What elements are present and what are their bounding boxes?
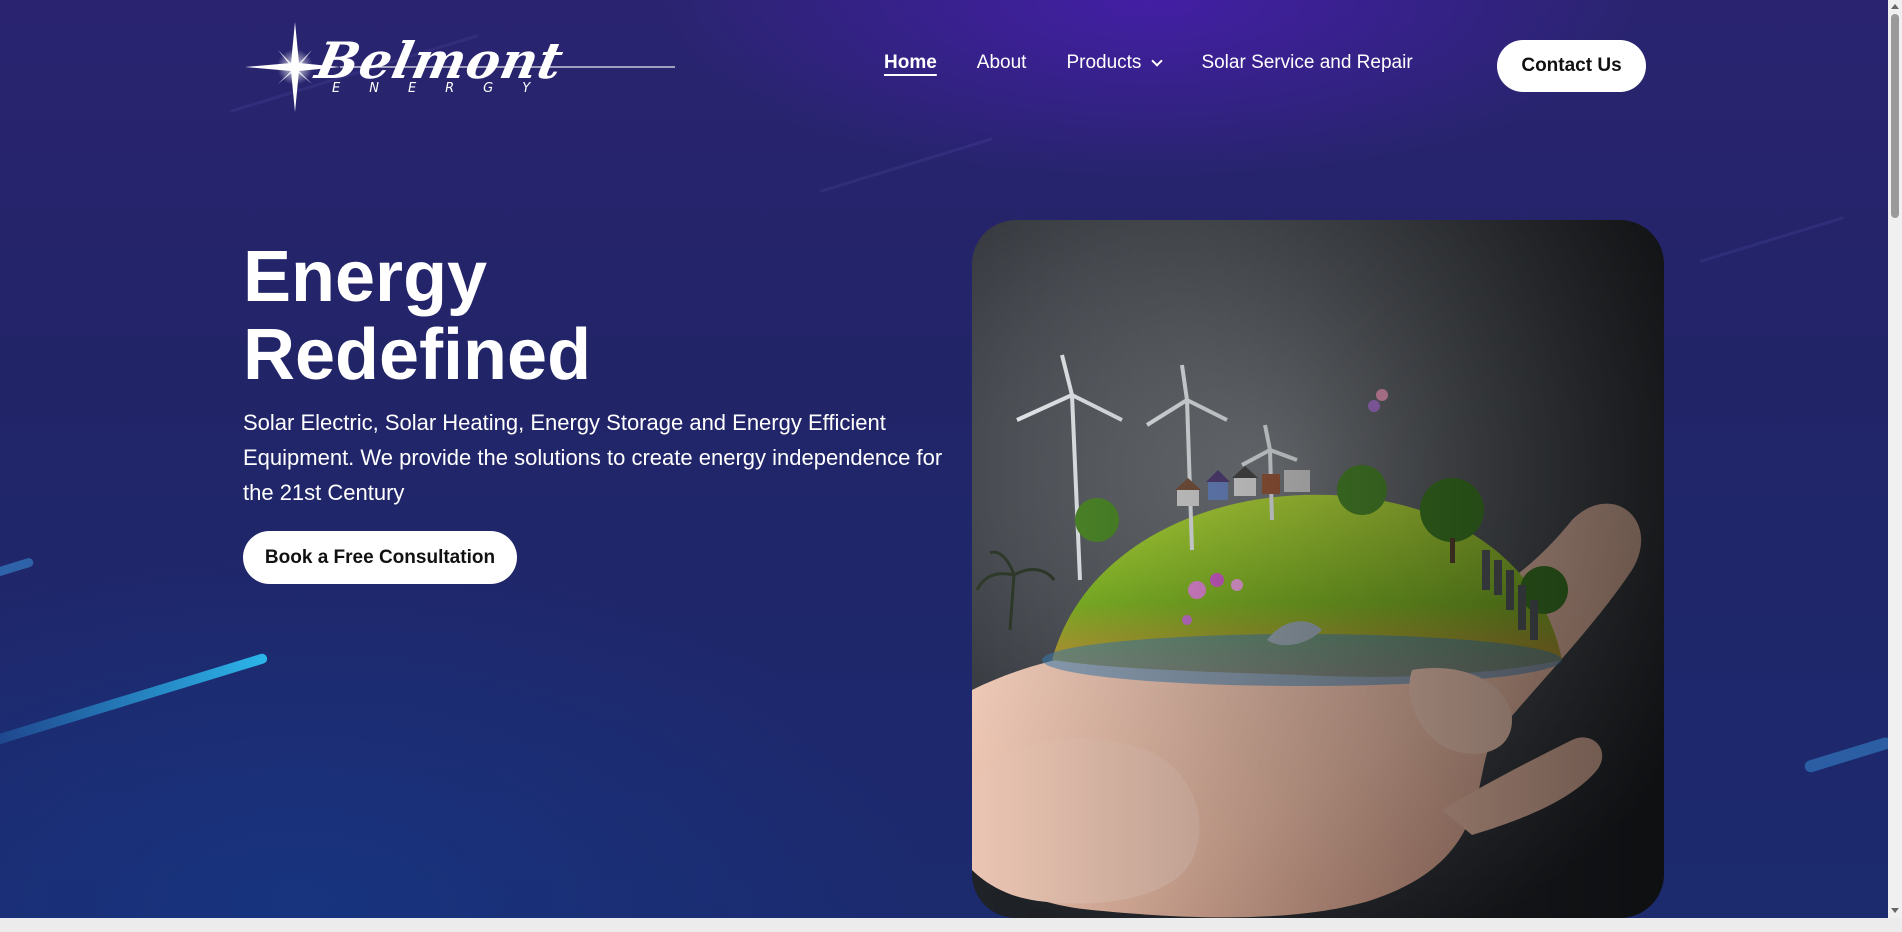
brand-name: Belmont: [310, 31, 570, 90]
hand-holding-earth-image: [972, 220, 1664, 918]
nav-products-label: Products: [1066, 52, 1142, 73]
decorative-streak: [1699, 216, 1844, 263]
vertical-scrollbar[interactable]: [1888, 0, 1902, 918]
hero-title-line2: Redefined: [243, 315, 592, 395]
nav-solar-service-label: Solar Service and Repair: [1201, 52, 1413, 73]
scrollbar-thumb[interactable]: [1891, 14, 1899, 218]
main-nav: Home About Products Solar Service and Re…: [884, 52, 1453, 74]
nav-home[interactable]: Home: [884, 52, 937, 74]
decorative-streak: [0, 557, 35, 579]
scroll-down-arrow-icon[interactable]: [1891, 908, 1899, 913]
nav-about[interactable]: About: [977, 52, 1027, 74]
decorative-streak: [1803, 735, 1888, 774]
scroll-up-arrow-icon[interactable]: [1891, 4, 1899, 9]
hero-title-line1: Energy: [243, 237, 488, 317]
nav-home-label: Home: [884, 52, 937, 73]
chevron-down-icon: [1151, 55, 1164, 67]
hero-description: Solar Electric, Solar Heating, Energy St…: [243, 410, 943, 505]
nav-products[interactable]: Products: [1066, 52, 1164, 74]
nav-solar-service[interactable]: Solar Service and Repair: [1201, 52, 1412, 74]
page-bottom-edge: [0, 918, 1902, 932]
book-consultation-button[interactable]: Book a Free Consultation: [243, 531, 517, 584]
nav-about-label: About: [976, 52, 1027, 73]
brand-tagline: ENERGY: [332, 81, 560, 96]
contact-us-button[interactable]: Contact Us: [1497, 40, 1646, 92]
decorative-streak: [0, 652, 269, 750]
hero-section: Belmont ENERGY Home About Products Solar…: [0, 0, 1888, 918]
hero-title: Energy Redefined: [243, 238, 591, 394]
brand-logo[interactable]: Belmont ENERGY: [240, 20, 680, 115]
decorative-streak: [819, 137, 993, 193]
